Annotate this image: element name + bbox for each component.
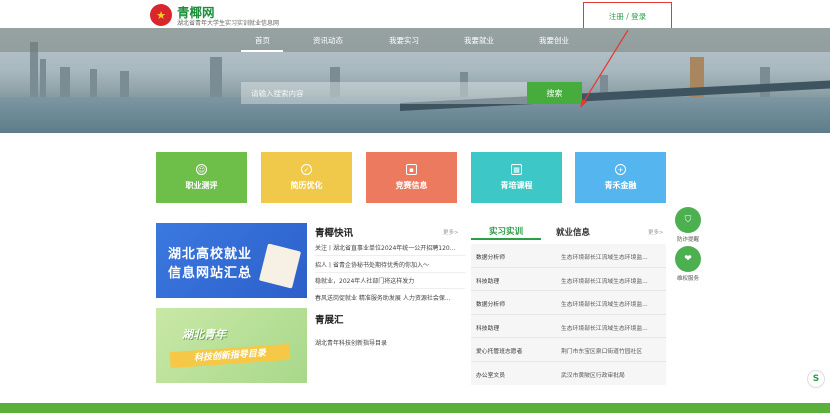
skyline-building	[60, 67, 70, 97]
job-company: 武汉市黄陂区行政审批局	[561, 372, 625, 379]
tile-label: 青培课程	[500, 181, 533, 190]
job-row[interactable]: 爱心托管班志愿者 荆门市东宝区泉口街道竹园社区	[471, 338, 666, 362]
job-title: 科技助理	[476, 278, 500, 285]
tile-youth-finance[interactable]: + 青禾金融	[575, 152, 666, 203]
skyline-building	[210, 57, 222, 97]
plus-icon: +	[615, 164, 626, 175]
site-subtitle: 湖北省青年大学生实习实训就业信息网	[177, 20, 280, 27]
tile-competition-info[interactable]: ▪ 竞赛信息	[366, 152, 457, 203]
news-more-link[interactable]: 更多>	[443, 228, 459, 236]
promo-banner-university-jobs[interactable]: 湖北高校就业 信息网站汇总	[156, 223, 307, 298]
job-title: 爱心托管班志愿者	[476, 349, 523, 355]
exhibit-section-title: 青展汇	[315, 315, 344, 326]
footer-bar	[0, 403, 830, 413]
tab-label: 实习实训	[488, 226, 523, 237]
heart-icon: ❤	[684, 254, 692, 264]
job-row[interactable]: 科技助理 生态环境部长江流域生态环境监...	[471, 315, 666, 338]
job-row[interactable]: 科技助理 生态环境部长江流域生态环境监...	[471, 268, 666, 291]
login-register-button[interactable]: 注册 / 登录	[583, 2, 672, 30]
news-item[interactable]: 关注丨湖北省直事业单位2024年统一公开招聘120...	[315, 243, 465, 252]
job-row[interactable]: 数据分析师 生态环境部长江流域生态环境监...	[471, 291, 666, 315]
shield-icon: ⛉	[684, 215, 692, 225]
divider	[315, 272, 465, 273]
nav-item-startup[interactable]: 我要创业	[539, 35, 569, 46]
exhibit-item[interactable]: 湖北青年科技创新指导目录	[315, 338, 465, 347]
calendar-icon: ▦	[511, 164, 522, 175]
promo-banner-line2: 科技创新指导目录	[193, 348, 267, 364]
promo-banner-youth-tech[interactable]: 湖北青年 科技创新指导目录	[156, 308, 307, 383]
tile-label: 竞赛信息	[395, 181, 428, 190]
briefcase-icon: ▪	[406, 164, 417, 175]
promo-ribbon: 科技创新指导目录	[169, 343, 291, 369]
nav-item-home[interactable]: 首页	[255, 35, 270, 46]
hero-banner: 首页 资讯动态 我要实习 我要就业 我要创业	[0, 28, 830, 133]
skyline-building	[90, 69, 97, 97]
tile-label: 职业测评	[185, 181, 218, 190]
nav-item-news[interactable]: 资讯动态	[313, 35, 343, 46]
tab-internship[interactable]: 实习实训	[471, 223, 541, 240]
site-header: ★ 青椰网 湖北省青年大学生实习实训就业信息网	[0, 0, 830, 28]
job-row[interactable]: 数据分析师 生态环境部长江流域生态环境监...	[471, 244, 666, 268]
document-illustration	[258, 243, 302, 289]
badge-icon: ✓	[301, 164, 312, 175]
search-button[interactable]: 搜索	[527, 82, 582, 104]
page-root: ★ 青椰网 湖北省青年大学生实习实训就业信息网 注册 / 登录 首页 资讯动态 …	[0, 0, 830, 413]
floating-helper-icon[interactable]: S	[807, 370, 825, 388]
news-item[interactable]: 稳就业，2024年人社部门将这样发力	[315, 276, 465, 285]
search-input[interactable]	[241, 82, 527, 104]
skyline-building	[760, 67, 770, 97]
fraud-alert-label: 防诈提醒	[676, 237, 699, 243]
job-title: 数据分析师	[476, 255, 505, 261]
tile-career-assessment[interactable]: ☺ 职业测评	[156, 152, 247, 203]
nav-item-internship[interactable]: 我要实习	[389, 35, 419, 46]
job-list: 数据分析师 生态环境部长江流域生态环境监... 科技助理 生态环境部长江流域生态…	[471, 244, 666, 385]
tile-training-courses[interactable]: ▦ 青培课程	[471, 152, 562, 203]
skyline-building	[120, 71, 129, 97]
job-row[interactable]: 办公室文员 武汉市黄陂区行政审批局	[471, 362, 666, 386]
smile-icon: ☺	[196, 164, 207, 175]
promo-banner-line1: 湖北青年	[182, 328, 226, 341]
job-company: 生态环境部长江流域生态环境监...	[561, 302, 648, 308]
job-company: 生态环境部长江流域生态环境监...	[561, 255, 648, 261]
tab-label: 就业信息	[556, 227, 591, 238]
job-title: 办公室文员	[476, 372, 505, 379]
tile-resume-optimization[interactable]: ✓ 简历优化	[261, 152, 352, 203]
job-title: 科技助理	[476, 325, 500, 332]
main-nav: 首页 资讯动态 我要实习 我要就业 我要创业	[0, 28, 830, 52]
news-section-title: 青椰快讯	[315, 228, 354, 239]
tab-employment-info[interactable]: 就业信息	[556, 223, 590, 240]
login-register-label: 注册 / 登录	[608, 11, 647, 21]
jobs-more-link[interactable]: 更多>	[648, 228, 664, 236]
rights-service-label: 维权服务	[676, 276, 699, 282]
rights-service-button[interactable]: ❤	[675, 246, 701, 272]
job-title: 数据分析师	[476, 302, 505, 308]
nav-item-employment[interactable]: 我要就业	[464, 35, 494, 46]
divider	[315, 288, 465, 289]
tile-label: 青禾金融	[604, 181, 637, 190]
job-company: 荆门市东宝区泉口街道竹园社区	[561, 349, 643, 355]
logo-star: ★	[156, 8, 166, 22]
skyline-building	[40, 59, 46, 97]
job-company: 生态环境部长江流域生态环境监...	[561, 325, 648, 332]
logo-emblem-icon[interactable]: ★	[150, 4, 172, 26]
promo-banner-line1: 湖北高校就业	[168, 247, 253, 262]
news-item[interactable]: 招人丨省青企协秘书处期待优秀的你加入～	[315, 260, 465, 269]
fraud-alert-button[interactable]: ⛉	[675, 207, 701, 233]
job-company: 生态环境部长江流域生态环境监...	[561, 278, 648, 285]
promo-banner-line2: 信息网站汇总	[168, 266, 253, 281]
news-item[interactable]: 春风送岗促就业 精准服务助发展 人力资源社会保...	[315, 293, 465, 302]
tile-label: 简历优化	[290, 181, 323, 190]
divider	[315, 255, 465, 256]
